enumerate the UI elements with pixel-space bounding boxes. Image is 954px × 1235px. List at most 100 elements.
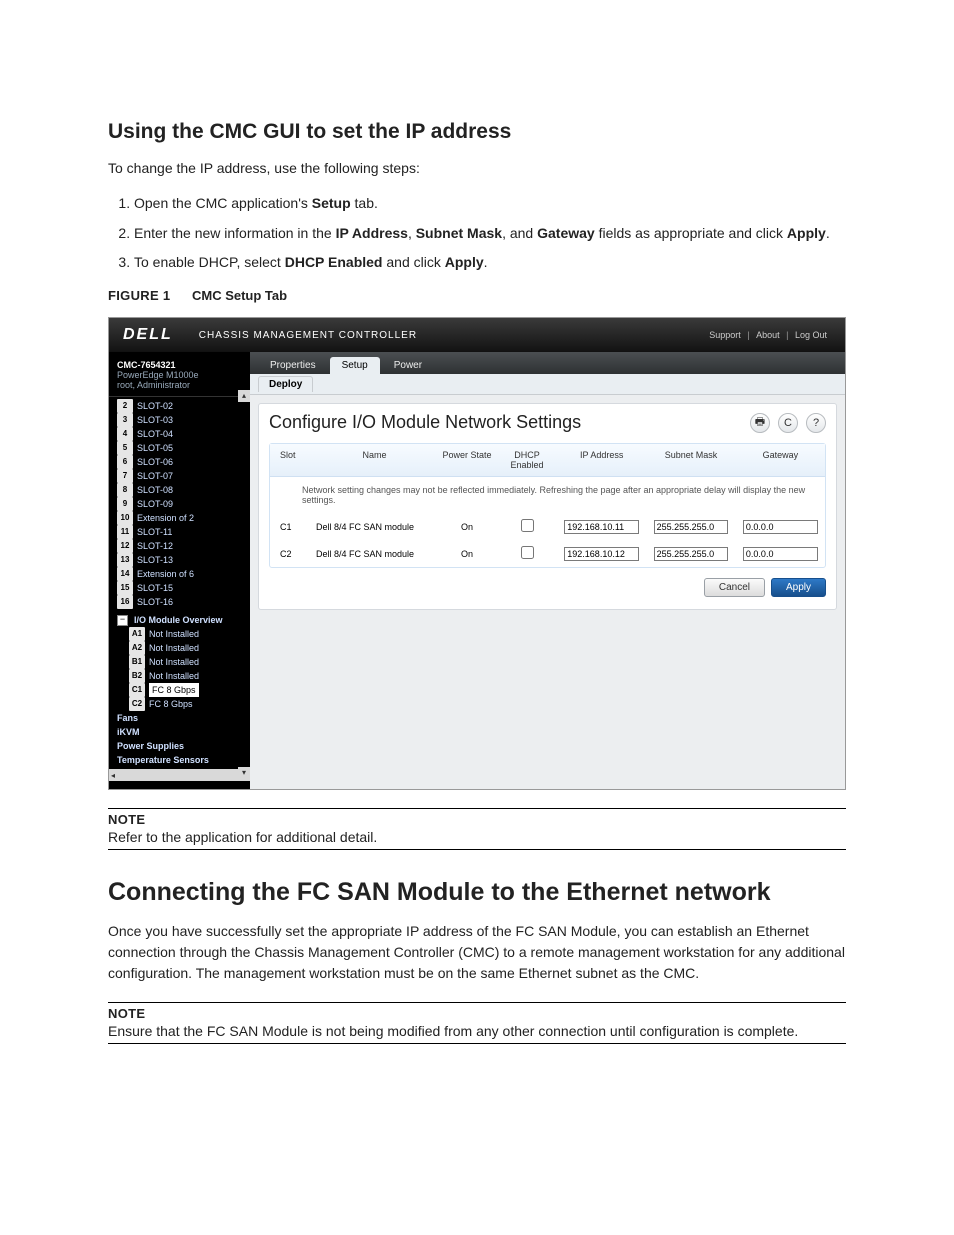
table-header: Slot Name Power State DHCP Enabled IP Ad… bbox=[270, 444, 825, 477]
slot-label: Extension of 6 bbox=[137, 567, 194, 581]
note-text: Refer to the application for additional … bbox=[108, 829, 846, 845]
sidebar-slot[interactable]: 8 SLOT-08 bbox=[115, 483, 246, 497]
sidebar-io-item[interactable]: A2Not Installed bbox=[115, 641, 246, 655]
slot-label: SLOT-07 bbox=[137, 469, 173, 483]
sidebar-slot[interactable]: 4SLOT-04 bbox=[115, 427, 246, 441]
cell-power-state: On bbox=[437, 547, 497, 561]
sidebar-hscroll[interactable]: ◂▸ bbox=[109, 769, 250, 781]
sidebar-slot[interactable]: 5 SLOT-05 bbox=[115, 441, 246, 455]
slot-badge: 5 bbox=[117, 441, 133, 455]
logout-link[interactable]: Log Out bbox=[791, 330, 831, 340]
sidebar-extra[interactable]: Power Supplies bbox=[115, 739, 246, 753]
tab-power[interactable]: Power bbox=[382, 357, 434, 374]
scroll-down-icon[interactable]: ▾ bbox=[238, 767, 250, 779]
sidebar-slot[interactable]: 3SLOT-03 bbox=[115, 413, 246, 427]
sidebar-slot[interactable]: 15SLOT-15 bbox=[115, 581, 246, 595]
slot-label: SLOT-16 bbox=[137, 595, 173, 609]
settings-table: Slot Name Power State DHCP Enabled IP Ad… bbox=[269, 443, 826, 568]
sidebar-slot[interactable]: 12 SLOT-12 bbox=[115, 539, 246, 553]
io-label: Not Installed bbox=[149, 655, 199, 669]
slot-label: Extension of 2 bbox=[137, 511, 194, 525]
sidebar-extra[interactable]: Fans bbox=[115, 711, 246, 725]
slot-label: SLOT-08 bbox=[137, 483, 173, 497]
mask-input[interactable] bbox=[654, 547, 729, 561]
sidebar-extra[interactable]: Temperature Sensors bbox=[115, 753, 246, 767]
support-link[interactable]: Support bbox=[705, 330, 745, 340]
app-title: CHASSIS MANAGEMENT CONTROLLER bbox=[199, 330, 417, 341]
refresh-icon[interactable]: C bbox=[778, 413, 798, 433]
gateway-input[interactable] bbox=[743, 520, 818, 534]
sidebar-io-item[interactable]: B2Not Installed bbox=[115, 669, 246, 683]
heading-connecting: Connecting the FC SAN Module to the Ethe… bbox=[108, 878, 846, 907]
cell-name: Dell 8/4 FC SAN module bbox=[312, 520, 437, 534]
sidebar-slot[interactable]: 6SLOT-06 bbox=[115, 455, 246, 469]
cmc-header: DELL CHASSIS MANAGEMENT CONTROLLER Suppo… bbox=[109, 318, 845, 352]
ip-input[interactable] bbox=[564, 520, 639, 534]
content-title: Configure I/O Module Network Settings bbox=[269, 412, 581, 433]
sidebar-io-item[interactable]: B1 Not Installed bbox=[115, 655, 246, 669]
dhcp-checkbox[interactable] bbox=[521, 546, 534, 559]
ip-input[interactable] bbox=[564, 547, 639, 561]
gateway-input[interactable] bbox=[743, 547, 818, 561]
sidebar-extra[interactable]: iKVM bbox=[115, 725, 246, 739]
io-badge: C1 bbox=[129, 683, 145, 697]
sidebar-header: CMC-7654321 PowerEdge M1000e root, Admin… bbox=[109, 356, 250, 397]
sidebar-slot[interactable]: 14 Extension of 6 bbox=[115, 567, 246, 581]
io-badge: A1 bbox=[129, 627, 145, 641]
step-3: To enable DHCP, select DHCP Enabled and … bbox=[134, 252, 846, 274]
content-panel: Configure I/O Module Network Settings 🖶 … bbox=[258, 403, 837, 610]
slot-label: SLOT-13 bbox=[137, 553, 173, 567]
print-icon[interactable]: 🖶 bbox=[750, 413, 770, 433]
scroll-up-icon[interactable]: ▴ bbox=[238, 390, 250, 402]
sidebar-slot[interactable]: 9SLOT-09 bbox=[115, 497, 246, 511]
slot-badge: 11 bbox=[117, 525, 133, 539]
note-label: NOTE bbox=[108, 812, 846, 827]
cmc-screenshot: DELL CHASSIS MANAGEMENT CONTROLLER Suppo… bbox=[108, 317, 846, 790]
help-icon[interactable]: ? bbox=[806, 413, 826, 433]
main-pane: Properties Setup Power Deploy Configure … bbox=[250, 352, 845, 789]
sidebar-slot[interactable]: 13SLOT-13 bbox=[115, 553, 246, 567]
sidebar-io-item[interactable]: C1 FC 8 Gbps bbox=[115, 683, 246, 697]
sidebar-io-item[interactable]: C2FC 8 Gbps bbox=[115, 697, 246, 711]
io-module-overview[interactable]: −I/O Module Overview bbox=[115, 613, 246, 627]
slot-label: SLOT-03 bbox=[137, 413, 173, 427]
tab-properties[interactable]: Properties bbox=[258, 357, 328, 374]
tab-bar: Properties Setup Power bbox=[250, 352, 845, 374]
divider bbox=[108, 1043, 846, 1044]
slot-badge: 14 bbox=[117, 567, 133, 581]
dell-logo: DELL bbox=[123, 326, 173, 344]
slot-badge: 2 bbox=[117, 399, 133, 413]
io-label: FC 8 Gbps bbox=[149, 683, 199, 697]
io-badge: B1 bbox=[129, 655, 145, 669]
divider bbox=[108, 808, 846, 809]
mask-input[interactable] bbox=[654, 520, 729, 534]
cell-power-state: On bbox=[437, 520, 497, 534]
dhcp-checkbox[interactable] bbox=[521, 519, 534, 532]
slot-label: SLOT-04 bbox=[137, 427, 173, 441]
io-label: FC 8 Gbps bbox=[149, 697, 193, 711]
io-badge: A2 bbox=[129, 641, 145, 655]
sidebar-slot[interactable]: 7SLOT-07 bbox=[115, 469, 246, 483]
sidebar-io-item[interactable]: A1Not Installed bbox=[115, 627, 246, 641]
collapse-icon[interactable]: − bbox=[117, 615, 128, 626]
note-label: NOTE bbox=[108, 1006, 846, 1021]
steps-list: Open the CMC application's Setup tab. En… bbox=[108, 193, 846, 274]
slot-badge: 12 bbox=[117, 539, 133, 553]
sidebar-slot[interactable]: 10Extension of 2 bbox=[115, 511, 246, 525]
sidebar-slot[interactable]: 2SLOT-02 bbox=[115, 399, 246, 413]
cancel-button[interactable]: Cancel bbox=[704, 578, 765, 597]
tab-setup[interactable]: Setup bbox=[330, 357, 380, 374]
apply-button[interactable]: Apply bbox=[771, 578, 826, 597]
extra-label: Power Supplies bbox=[117, 739, 184, 753]
slot-badge: 8 bbox=[117, 483, 133, 497]
settings-note: Network setting changes may not be refle… bbox=[270, 477, 825, 513]
slot-label: SLOT-05 bbox=[137, 441, 173, 455]
sidebar: CMC-7654321 PowerEdge M1000e root, Admin… bbox=[109, 352, 250, 789]
slot-label: SLOT-12 bbox=[137, 539, 173, 553]
sidebar-slot[interactable]: 16 SLOT-16 bbox=[115, 595, 246, 609]
about-link[interactable]: About bbox=[752, 330, 784, 340]
sidebar-slot[interactable]: 11SLOT-11 bbox=[115, 525, 246, 539]
cell-slot: C1 bbox=[270, 520, 312, 534]
slot-badge: 16 bbox=[117, 595, 133, 609]
subtab-deploy[interactable]: Deploy bbox=[258, 376, 313, 392]
